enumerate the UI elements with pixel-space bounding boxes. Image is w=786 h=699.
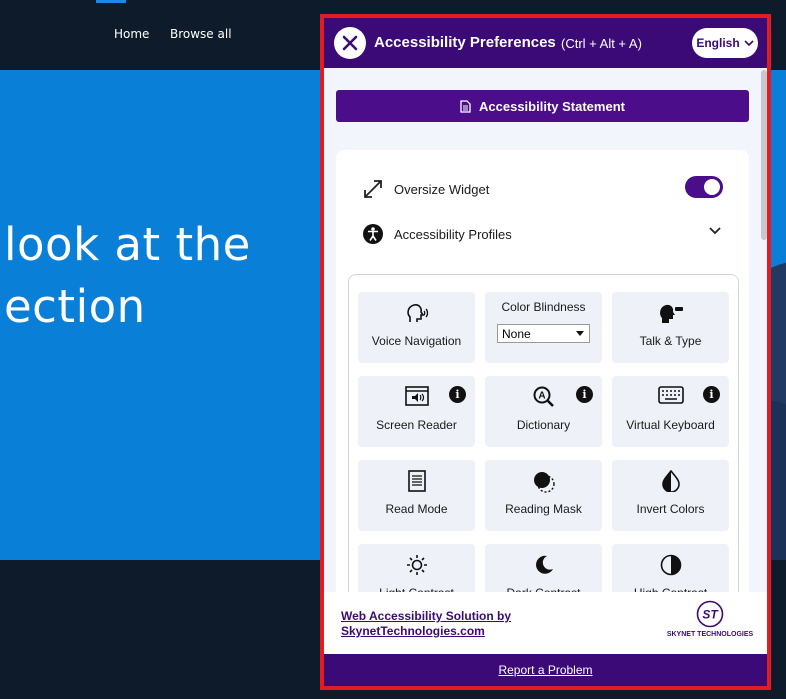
screen-reader-icon	[404, 386, 429, 406]
voice-head-icon	[406, 304, 428, 322]
close-icon	[342, 35, 358, 51]
accessibility-profiles-label: Accessibility Profiles	[394, 226, 512, 242]
widget-shortcut: (Ctrl + Alt + A)	[561, 36, 642, 51]
color-blindness-label: Color Blindness	[501, 300, 586, 314]
read-mode-tile[interactable]: Read Mode	[358, 460, 475, 531]
profiles-chevron-down-icon[interactable]	[708, 226, 722, 236]
screen-reader-tile[interactable]: i Screen Reader	[358, 376, 475, 447]
dictionary-tile[interactable]: A i Dictionary	[485, 376, 602, 447]
screen-reader-label: Screen Reader	[376, 418, 457, 432]
read-mode-label: Read Mode	[385, 502, 448, 516]
skynet-logo-mark: ST	[696, 600, 724, 628]
footer-link-line-2: SkynetTechnologies.com	[341, 624, 485, 638]
widget-scrollbar[interactable]	[761, 70, 767, 240]
skynet-logo-text: SKYNET TECHNOLOGIES	[666, 631, 754, 638]
sun-icon	[406, 555, 427, 575]
reading-mask-label: Reading Mask	[505, 502, 582, 516]
toggle-knob	[704, 179, 720, 195]
expand-arrows-icon	[364, 180, 382, 198]
read-mode-document-icon	[407, 470, 426, 492]
talk-type-icon	[659, 304, 683, 323]
accessibility-profiles-row[interactable]: Accessibility Profiles	[362, 223, 512, 245]
color-blindness-tile: Color Blindness None	[485, 292, 602, 363]
skynet-logo[interactable]: ST SKYNET TECHNOLOGIES	[660, 600, 760, 638]
nav-browse-all-link[interactable]: Browse all	[170, 27, 232, 41]
talk-and-type-tile[interactable]: Talk & Type	[612, 292, 729, 363]
nav-accent	[96, 0, 126, 3]
language-label: English	[696, 36, 740, 50]
dictionary-search-icon: A	[533, 386, 554, 407]
voice-navigation-label: Voice Navigation	[371, 334, 462, 348]
report-bar: Report a Problem	[324, 654, 767, 686]
accessibility-person-icon	[363, 224, 383, 244]
voice-navigation-tile[interactable]: Voice Navigation	[358, 292, 475, 363]
virtual-keyboard-label: Virtual Keyboard	[626, 418, 715, 432]
select-arrow-icon	[576, 331, 584, 336]
virtual-keyboard-tile[interactable]: i Virtual Keyboard	[612, 376, 729, 447]
dictionary-info-icon[interactable]: i	[576, 386, 593, 403]
feature-grid: Voice Navigation Color Blindness None Ta…	[348, 274, 739, 610]
invert-colors-tile[interactable]: Invert Colors	[612, 460, 729, 531]
svg-text:ST: ST	[702, 608, 719, 622]
svg-text:A: A	[538, 391, 545, 402]
accessibility-statement-label: Accessibility Statement	[479, 98, 625, 114]
moon-icon	[535, 555, 553, 574]
accessibility-statement-button[interactable]: Accessibility Statement	[336, 90, 749, 122]
hero-heading-line-2: ection	[4, 280, 146, 333]
nav-home-link[interactable]: Home	[114, 27, 149, 41]
oversize-widget-label: Oversize Widget	[394, 181, 490, 197]
hero-heading-line-1: look at the	[4, 218, 251, 271]
reading-mask-tile[interactable]: Reading Mask	[485, 460, 602, 531]
high-contrast-icon	[660, 554, 681, 576]
widget-header: Accessibility Preferences (Ctrl + Alt + …	[324, 18, 767, 68]
footer-link-line-1: Web Accessibility Solution by	[341, 609, 512, 623]
language-select[interactable]: English	[692, 28, 758, 58]
skynet-solution-link[interactable]: Web Accessibility Solution by SkynetTech…	[341, 609, 541, 639]
screen-reader-info-icon[interactable]: i	[449, 386, 466, 403]
document-icon	[460, 99, 471, 113]
oversize-widget-toggle[interactable]	[685, 176, 723, 198]
widget-title: Accessibility Preferences	[374, 34, 556, 51]
widget-footer: Web Accessibility Solution by SkynetTech…	[324, 592, 767, 654]
close-button[interactable]	[334, 27, 366, 59]
chevron-down-icon	[744, 40, 754, 47]
talk-and-type-label: Talk & Type	[639, 334, 702, 348]
accessibility-widget: Accessibility Preferences (Ctrl + Alt + …	[320, 14, 771, 690]
oversize-widget-row: Oversize Widget	[362, 178, 489, 200]
virtual-keyboard-info-icon[interactable]: i	[703, 386, 720, 403]
report-problem-link[interactable]: Report a Problem	[498, 663, 592, 677]
invert-colors-label: Invert Colors	[636, 502, 705, 516]
invert-colors-drop-icon	[661, 470, 680, 492]
dictionary-label: Dictionary	[516, 418, 571, 432]
reading-mask-icon	[533, 472, 555, 493]
keyboard-icon	[657, 386, 684, 404]
color-blindness-select[interactable]: None	[497, 324, 590, 343]
color-blindness-value: None	[502, 326, 531, 341]
settings-card: Oversize Widget Accessibility Profiles V…	[336, 150, 749, 610]
